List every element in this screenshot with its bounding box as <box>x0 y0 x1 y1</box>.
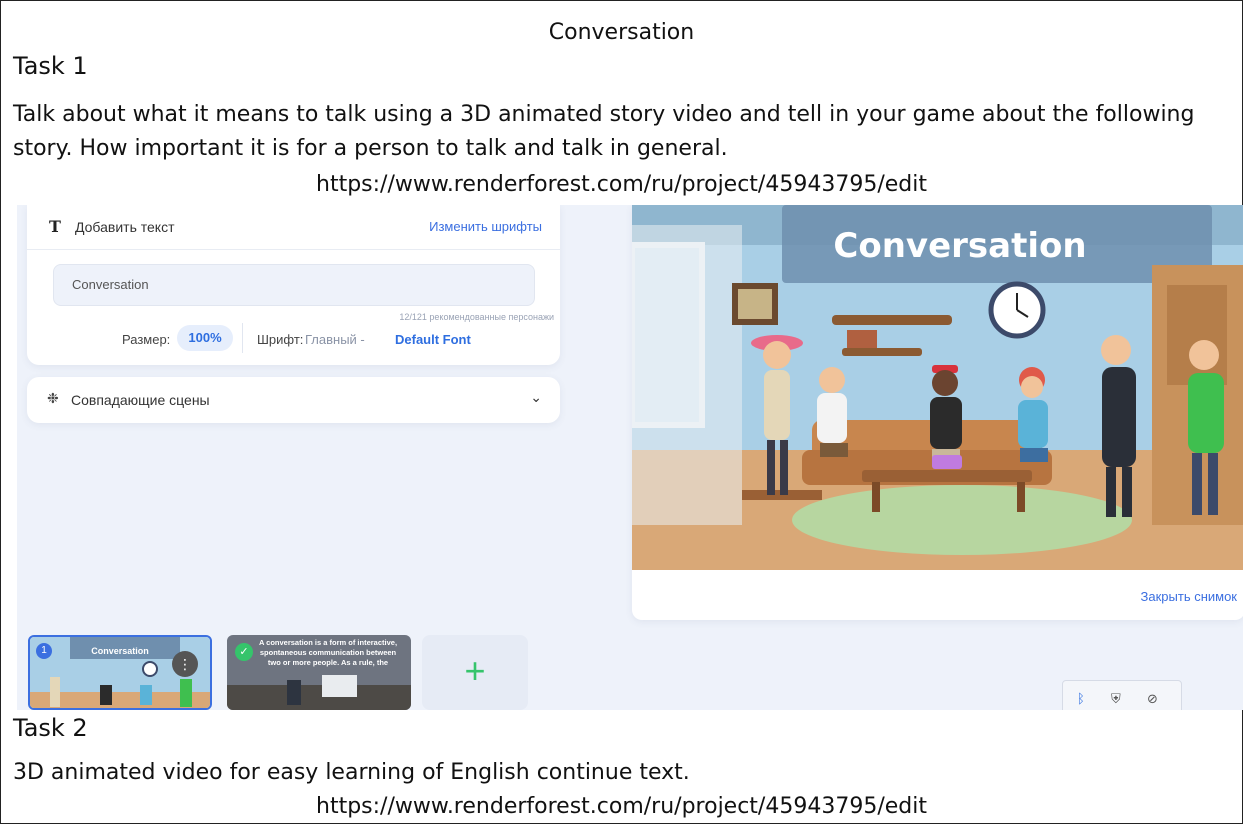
embedded-editor-screenshot: T Добавить текст Изменить шрифты Convers… <box>17 205 1243 710</box>
add-scene-button[interactable]: + <box>422 635 528 710</box>
vertical-divider <box>242 323 243 353</box>
add-text-label: Добавить текст <box>75 219 175 235</box>
task1-heading: Task 1 <box>13 52 88 80</box>
plus-icon: + <box>464 650 486 691</box>
bluetooth-icon[interactable]: ᛒ <box>1077 691 1085 706</box>
preview-title: Conversation <box>833 226 1086 266</box>
font-label: Шрифт: <box>257 332 304 347</box>
task2-heading: Task 2 <box>13 714 88 742</box>
matching-scenes-label: Совпадающие сцены <box>71 392 210 408</box>
size-label: Размер: <box>122 332 171 347</box>
preview-card: Conversation Закрыть снимок <box>632 205 1243 620</box>
eye-off-icon[interactable]: ⊘ <box>1147 691 1158 707</box>
task1-body: Talk about what it means to talk using a… <box>13 102 1195 161</box>
scene-preview-image: Conversation <box>632 205 1243 570</box>
system-tray: ᛒ ⛨ ⊘ <box>1062 680 1182 710</box>
check-icon: ✓ <box>235 643 253 661</box>
default-font-button[interactable]: Default Font <box>395 332 471 347</box>
scene-thumbnail-2[interactable]: A conversation is a form of interactive,… <box>227 635 411 710</box>
more-options-icon[interactable]: ⋮ <box>172 651 198 677</box>
matching-scenes-panel[interactable]: ❉ Совпадающие сцены ⌄ <box>27 377 560 423</box>
char-count: 12/121 рекомендованные персонажи <box>399 312 554 322</box>
change-fonts-link[interactable]: Изменить шрифты <box>429 219 542 234</box>
text-t-icon: T <box>49 217 61 236</box>
thumbnail-text: A conversation is a form of interactive,… <box>258 638 398 667</box>
character-man-white-shirt <box>817 367 848 457</box>
chevron-down-icon[interactable]: ⌄ <box>530 389 542 406</box>
panel-divider <box>27 249 560 250</box>
scenes-icon: ❉ <box>47 390 59 406</box>
task1-link[interactable]: https://www.renderforest.com/ru/project/… <box>0 172 1243 197</box>
document-title: Conversation <box>548 20 695 45</box>
close-snapshot-button[interactable]: Закрыть снимок <box>1141 589 1237 604</box>
text-input[interactable]: Conversation <box>53 264 535 306</box>
add-text-panel: T Добавить текст Изменить шрифты Convers… <box>27 205 560 365</box>
shield-icon[interactable]: ⛨ <box>1111 691 1121 707</box>
size-button[interactable]: 100% <box>177 325 233 351</box>
character-man-red-cap <box>930 365 962 463</box>
task2-body: 3D animated video for easy learning of E… <box>13 760 690 785</box>
scene-number-badge: 1 <box>36 643 52 659</box>
scene-thumbnail-1[interactable]: Conversation 1 ⋮ <box>28 635 212 710</box>
task2-link[interactable]: https://www.renderforest.com/ru/project/… <box>0 794 1243 819</box>
font-main-label: Главный - <box>305 332 365 347</box>
